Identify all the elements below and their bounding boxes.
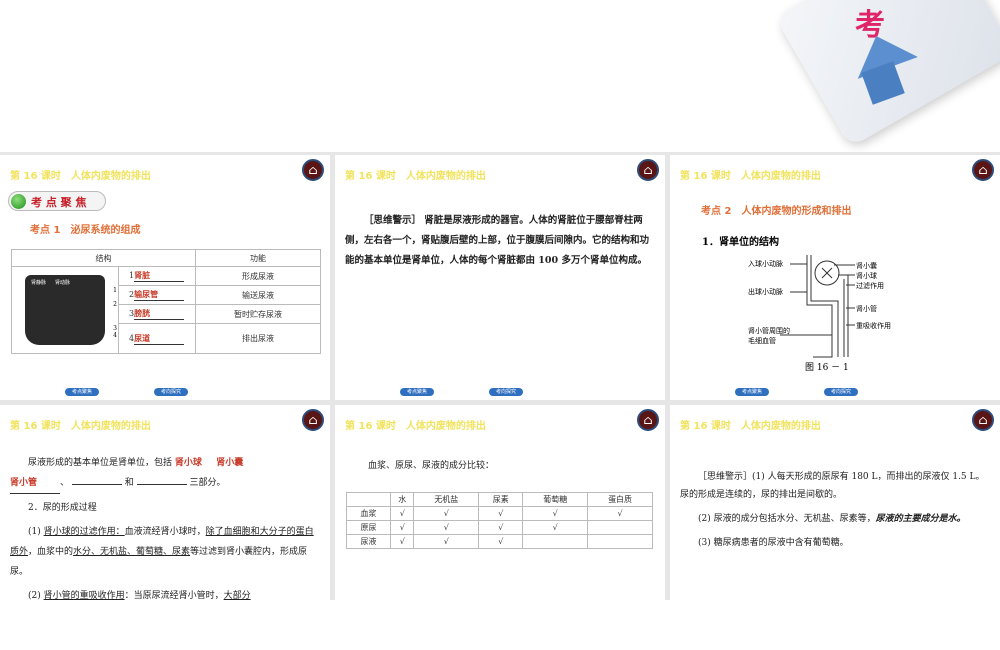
structure-cell: 2输尿管 (118, 285, 196, 305)
answer: 输尿管 (134, 289, 185, 301)
slide-body: ［思维警示］(1) 人每天形成的原尿有 180 L，而排出的尿液仅 1.5 L。… (680, 468, 990, 552)
paragraph: (3) 糖尿病患者的尿液中含有葡萄糖。 (698, 538, 849, 548)
col-header: 功能 (195, 249, 321, 267)
table-row: 原尿 √ √ √ √ (345, 520, 653, 535)
structure-cell: 1肾脏 (118, 266, 196, 286)
image-label: 肾动脉 (55, 280, 71, 286)
badge-label: 考 点 聚 焦 (31, 196, 87, 209)
diagram-label: 出球小动脉 (748, 288, 783, 296)
slide-body: 尿液形成的基本单位是肾单位，包括 肾小球 肾小囊 肾小管、 和 三部分。 2．尿… (10, 453, 320, 606)
intro-text: 血浆、原尿、尿液的成分比较： (368, 461, 495, 471)
answer: 肾小囊 (216, 458, 244, 468)
diagram-label: 肾小球 (856, 272, 877, 280)
slide-thumbnail-4[interactable]: 第 16 课时 人体内废物的排出 ⌂ 尿液形成的基本单位是肾单位，包括 肾小球 … (0, 405, 330, 650)
image-number: 2 (113, 301, 117, 308)
slide-thumbnail-1[interactable]: 第 16 课时 人体内废物的排出 ⌂ 考 点 聚 焦 考点 1 泌尿系统的组成 … (0, 155, 330, 400)
answer: 尿道 (134, 333, 185, 345)
thinking-warning-text: ［思维警示］ 肾脏是尿液形成的器官。人体的肾脏位于腰部脊柱两侧，左右各一个，肾贴… (345, 215, 650, 266)
answer: 肾小球 (174, 458, 202, 468)
slide-header: 第 16 课时 人体内废物的排出 (345, 421, 486, 432)
prev-nav-button[interactable]: 考点聚焦 (735, 388, 769, 396)
slide-header: 第 16 课时 人体内废物的排出 (10, 421, 151, 432)
slide-sorter: 第 16 课时 人体内废物的排出 ⌂ 考 点 聚 焦 考点 1 泌尿系统的组成 … (0, 152, 1000, 650)
diagram-label: 肾小管周围的 (748, 327, 790, 335)
structure-cell: 4尿道 (118, 323, 196, 354)
top-area: 考 (0, 0, 1000, 152)
answer: 膀胱 (134, 308, 185, 320)
subheading: 2．尿的形成过程 (28, 503, 97, 513)
structure-table: 结构 功能 肾静脉 肾动脉 1 2 3 4 1肾脏 形成尿液 2输尿管 输送尿液 3… (11, 249, 321, 354)
home-icon[interactable]: ⌂ (302, 159, 324, 181)
urinary-system-image: 肾静脉 肾动脉 1 2 3 4 (11, 266, 119, 354)
paragraph: ［思维警示］(1) 人每天形成的原尿有 180 L，而排出的尿液仅 1.5 L。… (680, 472, 985, 500)
function-cell: 暂时贮存尿液 (195, 304, 321, 324)
figure-caption: 图 16 － 1 (805, 363, 849, 373)
slide-header: 第 16 课时 人体内废物的排出 (345, 171, 486, 182)
image-label: 肾静脉 (31, 280, 47, 286)
slide-header: 第 16 课时 人体内废物的排出 (10, 171, 151, 182)
composition-table: 水无机盐 尿素 葡萄糖 蛋白质 血浆 √ √ √ √ √ 原尿 √ √ √ √ 尿液 √ √ √ (345, 492, 653, 549)
image-number: 4 (113, 332, 117, 339)
home-icon[interactable]: ⌂ (302, 409, 324, 431)
slide-thumbnail-5[interactable]: 第 16 课时 人体内废物的排出 ⌂ 血浆、原尿、尿液的成分比较： 水无机盐 尿素… (335, 405, 665, 650)
slide-header: 第 16 课时 人体内废物的排出 (680, 421, 821, 432)
image-number: 3 (113, 325, 117, 332)
slide-thumbnail-2[interactable]: 第 16 课时 人体内废物的排出 ⌂ ［思维警示］ 肾脏是尿液形成的器官。人体的… (335, 155, 665, 400)
answer: 肾小管 (10, 473, 60, 494)
diagram-label: 过滤作用 (856, 282, 884, 290)
prev-nav-button[interactable]: 考点聚焦 (65, 388, 99, 396)
home-icon[interactable]: ⌂ (637, 159, 659, 181)
diagram-label: 肾小囊 (856, 262, 877, 270)
structure-cell: 3膀胱 (118, 304, 196, 324)
table-row: 尿液 √ √ √ (345, 534, 653, 549)
function-cell: 输送尿液 (195, 285, 321, 305)
diagram-label: 毛细血管 (748, 337, 776, 345)
table-row: 血浆 √ √ √ √ √ (345, 506, 653, 521)
diagram-label: 重吸收作用 (856, 322, 891, 330)
answer: 肾脏 (134, 270, 185, 282)
next-nav-button[interactable]: 考向探究 (154, 388, 188, 396)
diagram-label: 入球小动脉 (748, 260, 783, 268)
section-badge: 考 点 聚 焦 (8, 191, 106, 211)
function-cell: 形成尿液 (195, 266, 321, 286)
point-title: 考点 1 泌尿系统的组成 (30, 225, 141, 236)
home-icon[interactable]: ⌂ (972, 409, 994, 431)
green-dot-icon (11, 194, 26, 209)
image-number: 1 (113, 287, 117, 294)
col-header: 结构 (11, 249, 196, 267)
prev-nav-button[interactable]: 考点聚焦 (400, 388, 434, 396)
diagram-label: 肾小管 (856, 305, 877, 313)
next-nav-button[interactable]: 考向探究 (489, 388, 523, 396)
function-cell: 排出尿液 (195, 323, 321, 354)
slide-thumbnail-6[interactable]: 第 16 课时 人体内废物的排出 ⌂ ［思维警示］(1) 人每天形成的原尿有 1… (670, 405, 1000, 650)
next-nav-button[interactable]: 考向探究 (824, 388, 858, 396)
home-icon[interactable]: ⌂ (637, 409, 659, 431)
slide-thumbnail-3[interactable]: 第 16 课时 人体内废物的排出 ⌂ 考点 2 人体内废物的形成和排出 1．肾单… (670, 155, 1000, 400)
